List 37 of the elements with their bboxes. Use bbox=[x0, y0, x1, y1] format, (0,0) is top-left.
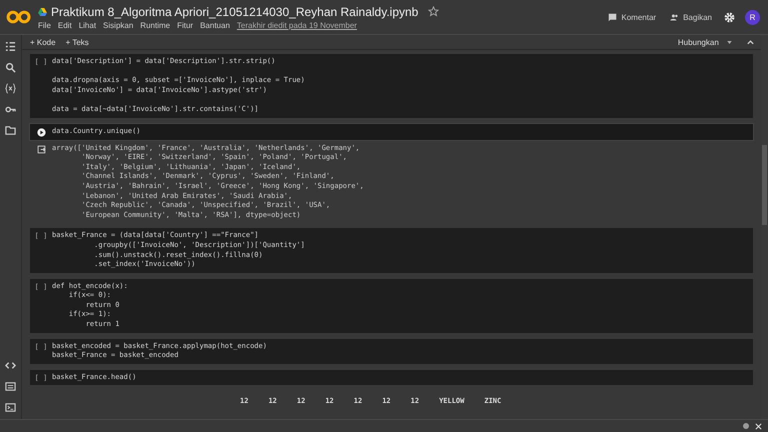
add-text-button[interactable]: + Teks bbox=[64, 38, 91, 46]
notebook-title[interactable]: Praktikum 8_Algoritma Apriori_21051214030_Reyhan Rainaldy.ipynb bbox=[51, 4, 418, 18]
table-of-contents-icon[interactable] bbox=[5, 41, 16, 52]
code-icon[interactable] bbox=[5, 360, 16, 371]
command-palette-icon[interactable] bbox=[5, 381, 16, 392]
share-button[interactable]: Bagikan bbox=[668, 10, 714, 24]
key-icon[interactable] bbox=[5, 104, 16, 115]
scrollbar-thumb[interactable] bbox=[762, 145, 767, 225]
code-cell[interactable] bbox=[30, 54, 753, 118]
star-icon[interactable] bbox=[428, 6, 440, 17]
menu-item[interactable]: Runtime bbox=[140, 20, 170, 30]
menu-item[interactable]: Bantuan bbox=[200, 20, 230, 30]
comment-icon bbox=[608, 12, 618, 22]
folder-icon[interactable] bbox=[5, 125, 16, 136]
user-avatar[interactable]: R bbox=[745, 10, 760, 24]
collapse-icon[interactable] bbox=[746, 38, 755, 46]
last-edited-link[interactable]: Terakhir diedit pada 19 November bbox=[236, 20, 357, 30]
menu-item[interactable]: Fitur bbox=[177, 20, 194, 30]
close-icon[interactable] bbox=[755, 422, 762, 430]
variables-icon[interactable] bbox=[5, 83, 16, 94]
search-icon[interactable] bbox=[5, 62, 16, 73]
drive-icon bbox=[38, 8, 47, 16]
menu-item[interactable]: Sisipkan bbox=[103, 20, 134, 30]
status-dot-icon bbox=[743, 423, 749, 429]
menu-item[interactable]: Lihat bbox=[78, 20, 96, 30]
people-icon bbox=[670, 12, 680, 22]
run-icon[interactable] bbox=[36, 128, 46, 137]
comment-button[interactable]: Komentar bbox=[606, 10, 658, 24]
menu-item[interactable]: File bbox=[38, 20, 51, 30]
menu-item[interactable]: Edit bbox=[58, 20, 72, 30]
colab-logo-icon[interactable] bbox=[6, 10, 32, 24]
output-icon[interactable] bbox=[36, 144, 46, 154]
connect-button[interactable]: Hubungkan bbox=[676, 38, 734, 46]
terminal-icon[interactable] bbox=[5, 402, 16, 413]
settings-icon[interactable] bbox=[724, 12, 735, 22]
add-code-button[interactable]: + Kode bbox=[28, 38, 58, 46]
caret-icon bbox=[727, 40, 732, 44]
